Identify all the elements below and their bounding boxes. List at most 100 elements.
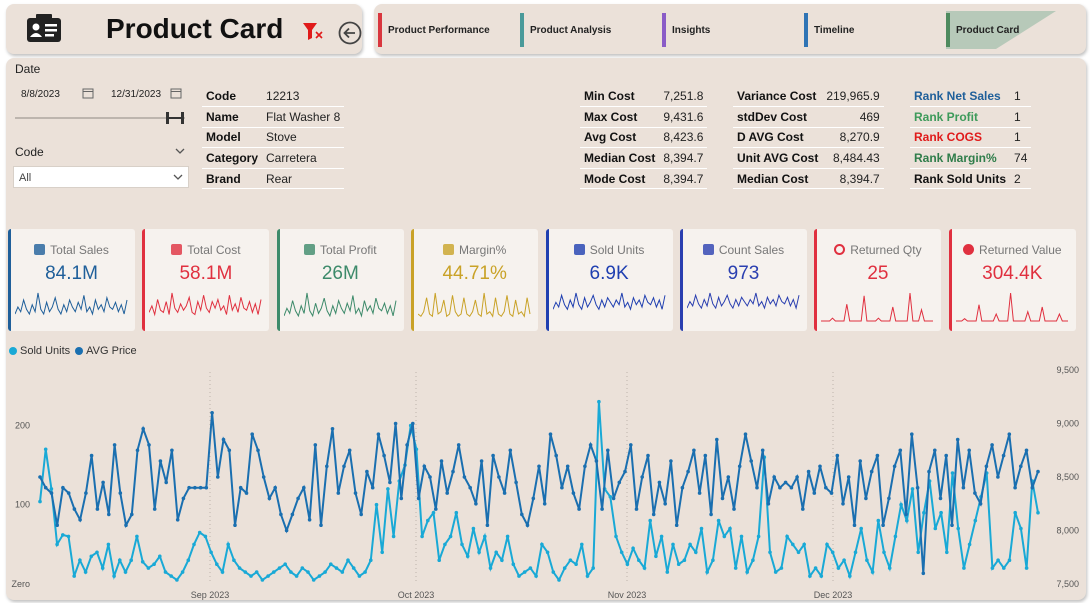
data-point bbox=[141, 427, 145, 431]
table-row: D AVG Cost 8,270.9 bbox=[733, 127, 884, 149]
data-point bbox=[267, 496, 272, 501]
rank-label: Rank Net Sales bbox=[910, 86, 1011, 108]
data-point bbox=[990, 443, 994, 447]
data-point bbox=[215, 562, 219, 566]
kpi-label: Sold Units bbox=[589, 243, 645, 257]
date-range-slider-track[interactable] bbox=[15, 117, 185, 119]
data-point bbox=[841, 502, 845, 506]
stat-value: 8,394.7 bbox=[822, 168, 884, 190]
date-end-input[interactable]: 12/31/2023 bbox=[111, 86, 161, 102]
data-point bbox=[456, 443, 461, 447]
data-point bbox=[711, 558, 715, 562]
data-point bbox=[147, 443, 151, 447]
data-point bbox=[548, 432, 553, 436]
data-point bbox=[791, 542, 795, 547]
data-point bbox=[813, 566, 818, 570]
data-point bbox=[140, 560, 145, 564]
table-row: stdDev Cost 469 bbox=[733, 106, 884, 128]
y-right-tick-label: 9,500 bbox=[1056, 365, 1079, 375]
nav-product-card[interactable]: Product Card bbox=[946, 11, 1058, 49]
table-row: Unit AVG Cost 8,484.43 bbox=[733, 147, 884, 169]
data-point bbox=[659, 534, 664, 539]
legend-swatch bbox=[9, 347, 17, 355]
nav-product-analysis[interactable]: Product Analysis bbox=[520, 11, 650, 49]
table-row: Code 12213 bbox=[202, 86, 345, 108]
data-point bbox=[967, 448, 971, 453]
data-point bbox=[474, 502, 478, 506]
data-point bbox=[1024, 566, 1029, 570]
x-tick-label: Dec 2023 bbox=[814, 590, 853, 600]
data-point bbox=[187, 485, 191, 490]
kpi-label: Total Cost bbox=[187, 243, 241, 257]
calendar-icon[interactable] bbox=[170, 87, 182, 99]
truck-icon bbox=[573, 244, 585, 255]
nav-insights[interactable]: Insights bbox=[662, 11, 792, 49]
table-row: Max Cost 9,431.6 bbox=[580, 106, 708, 128]
data-point bbox=[445, 491, 450, 495]
data-point bbox=[500, 558, 504, 562]
data-point bbox=[676, 562, 681, 566]
data-point bbox=[715, 437, 719, 442]
data-point bbox=[277, 566, 282, 570]
table-row: Brand Rear bbox=[202, 168, 345, 190]
data-point bbox=[876, 518, 881, 523]
kpi-card-count-sales: Count Sales 973 bbox=[680, 229, 807, 331]
data-point bbox=[249, 574, 253, 578]
data-point bbox=[939, 510, 943, 515]
data-point bbox=[66, 534, 71, 539]
slider-handle-icon[interactable] bbox=[165, 111, 185, 125]
stat-label: D AVG Cost bbox=[733, 127, 823, 149]
data-point bbox=[922, 510, 926, 515]
kpi-sparkline bbox=[955, 292, 1068, 322]
data-point bbox=[674, 523, 679, 527]
kpi-card-total-sales: Total Sales 84.1M bbox=[8, 229, 135, 331]
product-details-table: Code 12213 Name Flat Washer 8 Model Stove C… bbox=[202, 86, 345, 190]
data-point bbox=[347, 448, 352, 453]
date-start-input[interactable]: 8/8/2023 bbox=[21, 86, 60, 102]
kpi-value: 44.71% bbox=[442, 263, 507, 284]
data-point bbox=[1001, 453, 1006, 458]
data-point bbox=[382, 453, 386, 458]
data-point bbox=[671, 542, 675, 547]
data-point bbox=[773, 570, 778, 574]
data-point bbox=[428, 475, 432, 479]
data-point bbox=[898, 448, 903, 453]
data-point bbox=[439, 459, 444, 463]
stat-label: Max Cost bbox=[580, 106, 660, 128]
data-point bbox=[232, 558, 236, 562]
kpi-title: Count Sales bbox=[680, 243, 807, 257]
data-point bbox=[852, 523, 857, 527]
kpi-sparkline bbox=[15, 292, 128, 316]
data-point bbox=[210, 411, 214, 415]
data-point bbox=[663, 502, 667, 506]
data-point bbox=[760, 448, 765, 453]
data-point bbox=[978, 502, 983, 506]
data-point bbox=[973, 518, 978, 523]
code-dropdown[interactable]: All bbox=[13, 166, 189, 188]
back-arrow-icon[interactable] bbox=[338, 21, 362, 45]
id-card-icon bbox=[27, 14, 61, 42]
calendar-icon[interactable] bbox=[82, 87, 94, 99]
data-point bbox=[220, 570, 225, 574]
clear-filter-icon[interactable] bbox=[302, 22, 324, 42]
data-point bbox=[716, 518, 721, 523]
stat-value: 469 bbox=[822, 106, 884, 128]
nav-timeline[interactable]: Timeline bbox=[804, 11, 934, 49]
data-point bbox=[557, 578, 561, 582]
sold-units-avg-price-chart: Sep 2023 Oct 2023 Nov 2023 Dec 2023 Zero 100 2… bbox=[11, 365, 1079, 600]
nav-product-performance[interactable]: Product Performance bbox=[378, 11, 508, 49]
field-label: Name bbox=[202, 106, 263, 128]
ranks-table: Rank Net Sales 1 Rank Profit 1 Rank COGS 1 … bbox=[910, 86, 1032, 190]
data-point bbox=[399, 496, 404, 501]
data-point bbox=[250, 432, 254, 436]
y-left-tick-label: 100 bbox=[15, 500, 30, 510]
data-point bbox=[311, 578, 316, 582]
data-point bbox=[226, 542, 230, 547]
data-point bbox=[585, 574, 590, 578]
data-point bbox=[55, 523, 59, 527]
data-point bbox=[669, 459, 673, 463]
data-point bbox=[829, 491, 834, 495]
data-point bbox=[692, 448, 696, 453]
data-point bbox=[317, 574, 322, 578]
chevron-down-icon[interactable] bbox=[174, 146, 186, 156]
